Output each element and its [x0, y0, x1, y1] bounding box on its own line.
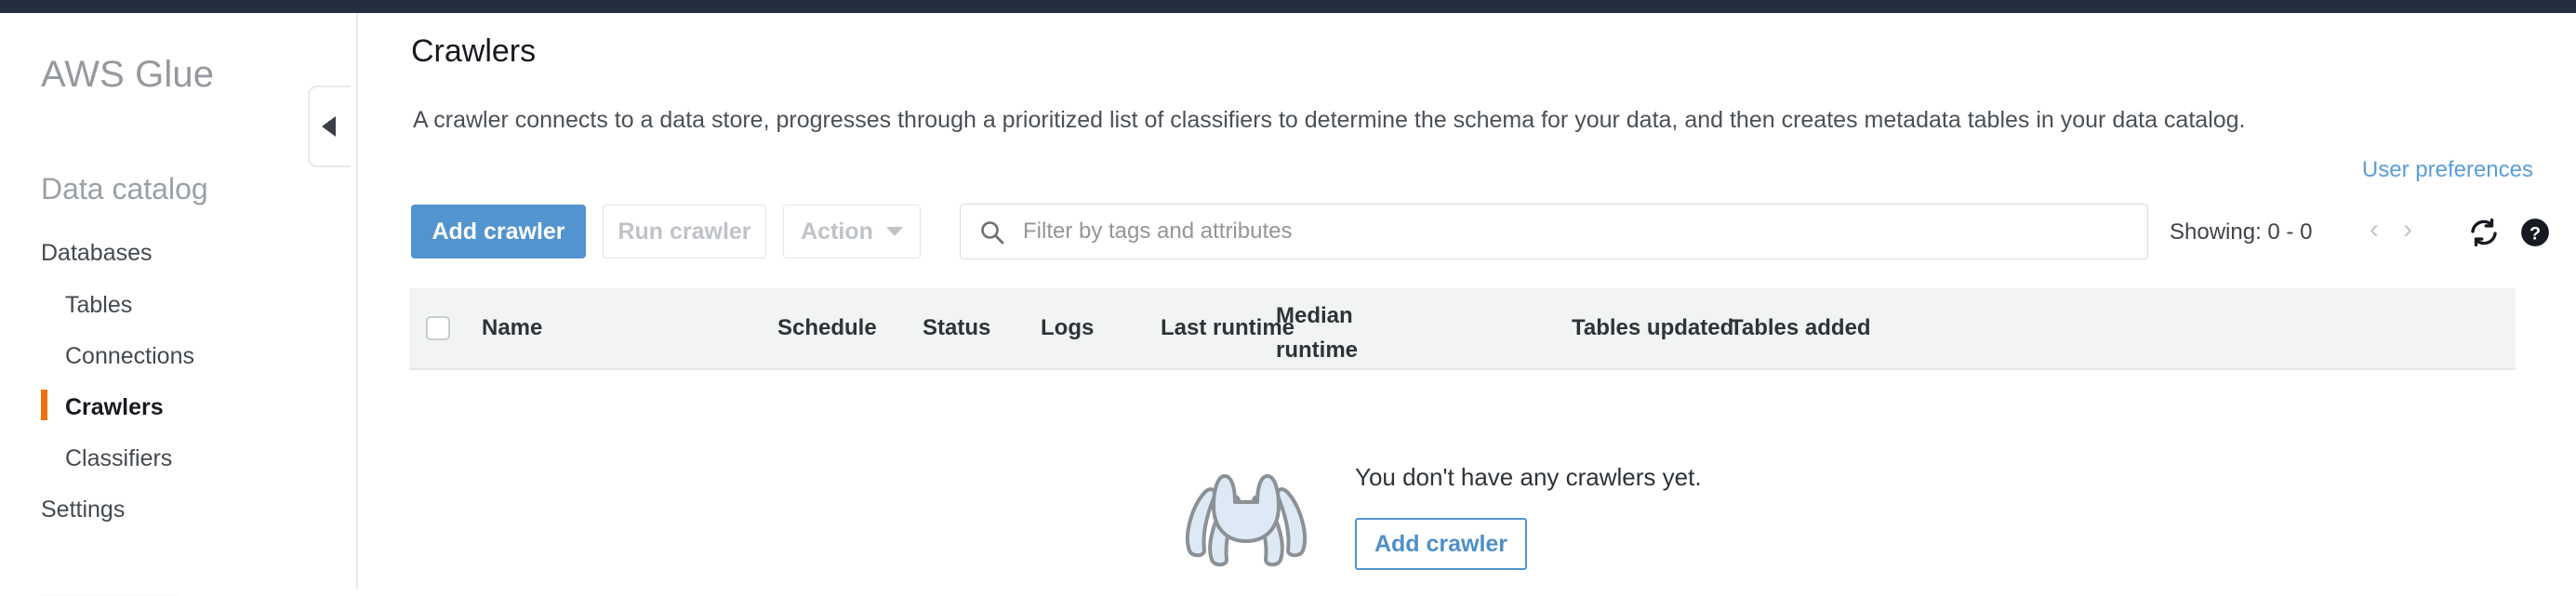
column-header-logs[interactable]: Logs: [1041, 317, 1094, 339]
sidebar-item-crawlers[interactable]: Crawlers: [65, 396, 164, 419]
crawlers-table-header: Name Schedule Status Logs Last runtime M…: [409, 288, 2516, 370]
sidebar-item-label: Connections: [65, 343, 194, 369]
filter-search-field[interactable]: Filter by tags and attributes: [960, 204, 2148, 259]
sidebar: AWS Glue Data catalog Databases Tables C…: [0, 13, 358, 589]
pagination-arrows[interactable]: ‹›: [2370, 214, 2437, 245]
sidebar-service-title: AWS Glue: [41, 54, 214, 96]
column-header-median-runtime[interactable]: Median runtime: [1276, 298, 1388, 367]
action-dropdown-button[interactable]: Action: [783, 205, 921, 258]
column-header-tables-added[interactable]: Tables added: [1730, 317, 1871, 339]
column-header-schedule[interactable]: Schedule: [777, 317, 877, 339]
column-header-last-runtime[interactable]: Last runtime: [1161, 317, 1295, 339]
column-header-status[interactable]: Status: [923, 317, 990, 339]
user-preferences-link[interactable]: User preferences: [2362, 157, 2533, 183]
sidebar-collapse-toggle[interactable]: [308, 86, 351, 167]
sidebar-item-label: Settings: [41, 497, 125, 523]
sidebar-item-settings[interactable]: Settings: [41, 498, 125, 522]
help-circle-icon[interactable]: ?: [2519, 217, 2551, 253]
sidebar-item-label: Databases: [41, 240, 153, 266]
sidebar-item-databases[interactable]: Databases: [41, 242, 153, 265]
select-all-checkbox[interactable]: [426, 316, 450, 340]
main-content: Crawlers A crawler connects to a data st…: [360, 13, 2576, 589]
chevron-down-icon: [886, 227, 903, 236]
caret-left-icon: [322, 116, 336, 137]
action-dropdown-label: Action: [801, 219, 873, 245]
sidebar-item-label: Classifiers: [65, 445, 172, 471]
sidebar-item-label: Crawlers: [65, 394, 164, 420]
empty-state-message: You don't have any crawlers yet.: [1355, 463, 1702, 492]
showing-count-label: Showing: 0 - 0: [2170, 219, 2312, 245]
sidebar-section-data-catalog: Data catalog: [41, 172, 208, 206]
page-description: A crawler connects to a data store, prog…: [413, 107, 2246, 134]
sidebar-item-connections[interactable]: Connections: [65, 345, 194, 368]
active-indicator: [41, 390, 47, 420]
empty-state-add-crawler-button[interactable]: Add crawler: [1355, 518, 1527, 570]
sidebar-item-label: Tables: [65, 292, 132, 318]
search-icon: [979, 219, 1005, 250]
run-crawler-button[interactable]: Run crawler: [603, 205, 766, 258]
filter-search-placeholder: Filter by tags and attributes: [1023, 219, 1292, 245]
spider-icon: [1167, 450, 1325, 576]
page-title: Crawlers: [411, 33, 536, 70]
column-header-name[interactable]: Name: [482, 317, 542, 339]
column-header-tables-updated[interactable]: Tables updated: [1572, 317, 1733, 339]
console-top-bar: [0, 0, 2576, 13]
svg-text:?: ?: [2530, 223, 2541, 244]
refresh-icon[interactable]: [2468, 217, 2500, 253]
add-crawler-button[interactable]: Add crawler: [411, 205, 586, 258]
sidebar-item-tables[interactable]: Tables: [65, 294, 132, 317]
sidebar-item-classifiers[interactable]: Classifiers: [65, 447, 172, 470]
